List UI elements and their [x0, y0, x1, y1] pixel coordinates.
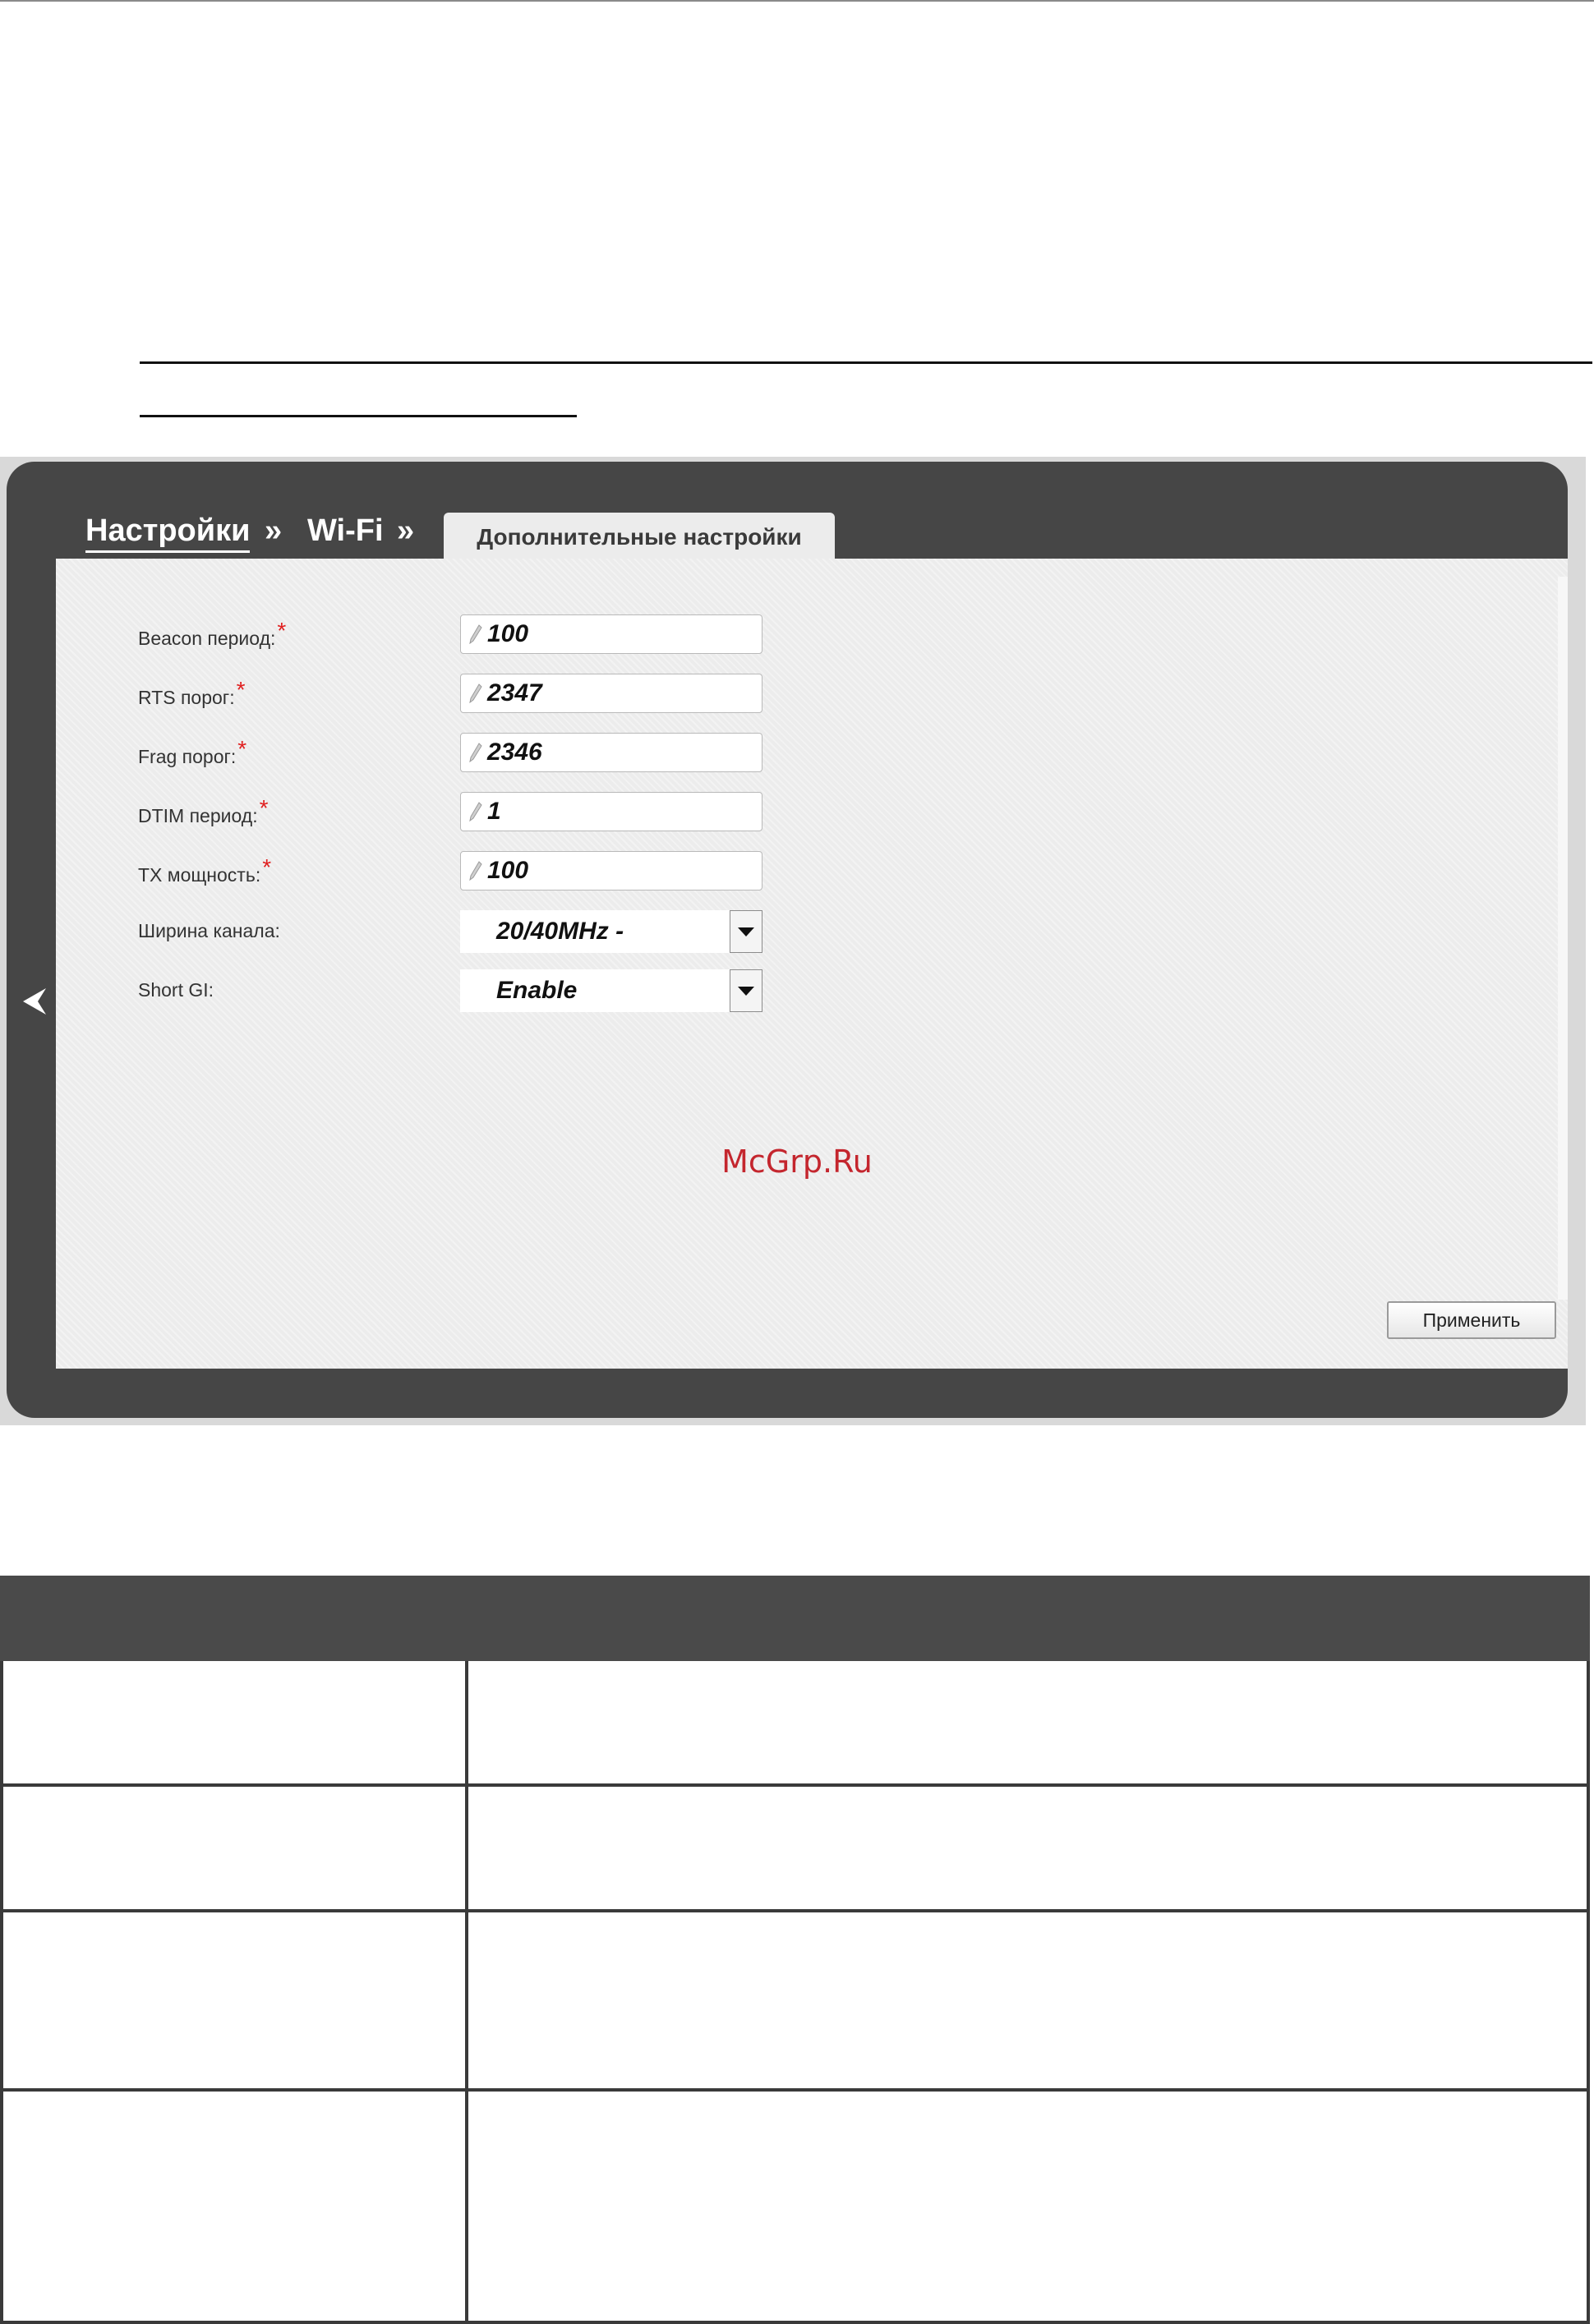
table-row-divider	[0, 2088, 1590, 2092]
pencil-icon	[469, 624, 482, 644]
frag-threshold-label: Frag порог:*	[138, 736, 247, 767]
panel-scrollbar[interactable]	[1558, 577, 1568, 1300]
breadcrumb-separator: »	[265, 513, 283, 548]
short-gi-value: Enable	[496, 977, 578, 1004]
heading-underline-short	[140, 415, 577, 417]
back-arrow-icon[interactable]	[21, 985, 49, 1018]
breadcrumb-separator: »	[397, 513, 415, 548]
required-marker: *	[236, 677, 246, 702]
table-header	[0, 1576, 1590, 1661]
rts-threshold-input[interactable]: 2347	[460, 674, 762, 713]
tx-power-value: 100	[487, 857, 529, 884]
frag-threshold-input[interactable]: 2346	[460, 733, 762, 772]
top-rule	[0, 0, 1594, 2]
dtim-period-value: 1	[487, 798, 501, 825]
required-marker: *	[259, 795, 269, 821]
breadcrumb-settings[interactable]: Настройки	[85, 513, 251, 553]
chevron-down-icon	[738, 927, 754, 937]
dropdown-button[interactable]	[730, 910, 762, 953]
pencil-icon	[469, 683, 482, 703]
tx-power-input[interactable]: 100	[460, 851, 762, 890]
table-row-divider	[0, 1783, 1590, 1787]
rts-threshold-label: RTS порог:*	[138, 677, 246, 708]
dropdown-button[interactable]	[730, 969, 762, 1012]
required-marker: *	[237, 736, 247, 762]
beacon-period-label: Beacon период:*	[138, 618, 287, 649]
watermark: McGrp.Ru	[721, 1144, 873, 1180]
short-gi-label: Short GI:	[138, 979, 214, 1001]
breadcrumb-wifi[interactable]: Wi-Fi	[307, 513, 384, 549]
router-screenshot: Настройки » Wi-Fi » Дополнительные настр…	[0, 457, 1586, 1425]
required-marker: *	[262, 854, 272, 880]
tab-advanced-settings[interactable]: Дополнительные настройки	[444, 513, 835, 562]
beacon-period-value: 100	[487, 620, 529, 647]
beacon-period-input[interactable]: 100	[460, 614, 762, 654]
channel-width-select[interactable]: 20/40MHz -	[460, 910, 762, 953]
tx-power-label: TX мощность:*	[138, 854, 272, 886]
apply-button[interactable]: Применить	[1387, 1301, 1556, 1339]
required-marker: *	[277, 618, 287, 643]
pencil-icon	[469, 861, 482, 881]
table-border	[0, 1661, 3, 2324]
dtim-period-label: DTIM период:*	[138, 795, 269, 826]
heading-underline	[140, 361, 1592, 364]
chevron-down-icon	[738, 986, 754, 996]
table-row-divider	[0, 1909, 1590, 1912]
table-column-divider	[465, 1661, 468, 2324]
description-table	[0, 1576, 1590, 2324]
channel-width-value: 20/40MHz -	[496, 918, 624, 945]
frag-threshold-value: 2346	[487, 739, 542, 766]
dtim-period-input[interactable]: 1	[460, 792, 762, 831]
rts-threshold-value: 2347	[487, 679, 542, 706]
short-gi-select[interactable]: Enable	[460, 969, 762, 1012]
settings-panel: Beacon период:* 100 RTS порог:* 2347 Fra…	[56, 559, 1568, 1369]
pencil-icon	[469, 802, 482, 821]
table-border	[1587, 1661, 1590, 2324]
table-row-divider	[0, 2321, 1590, 2324]
web-ui-frame: Настройки » Wi-Fi » Дополнительные настр…	[7, 462, 1568, 1418]
channel-width-label: Ширина канала:	[138, 920, 280, 941]
pencil-icon	[469, 743, 482, 762]
